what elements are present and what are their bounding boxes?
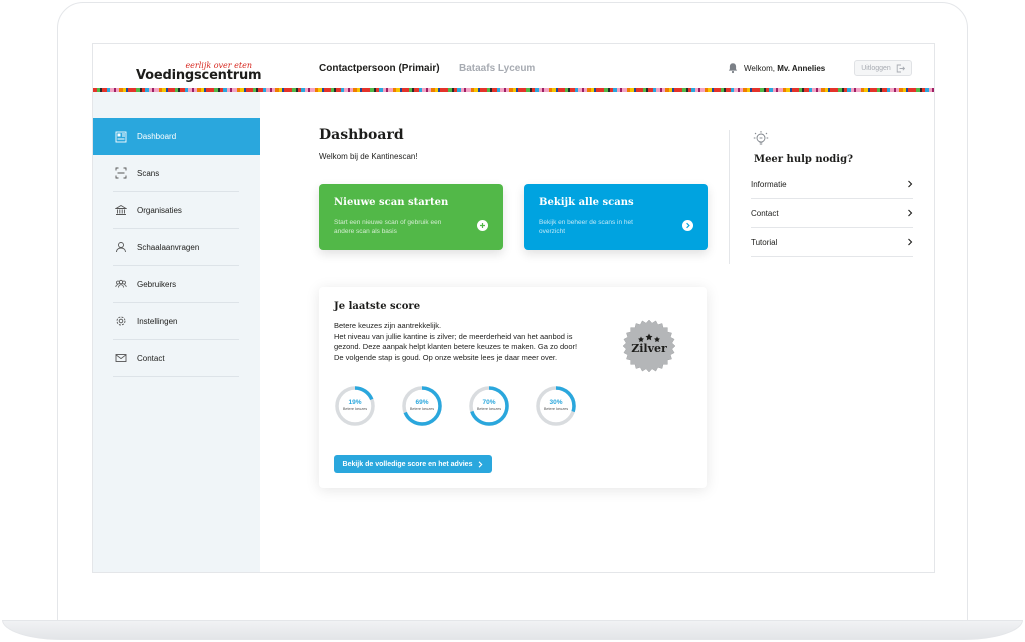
score-description: Betere keuzes zijn aantrekkelijk. Het ni… xyxy=(334,321,588,363)
score-ring: 69% Betere keuzes xyxy=(401,385,443,427)
sidebar-item-label: Gebruikers xyxy=(137,279,177,289)
help-link-label: Informatie xyxy=(751,179,787,189)
chevron-right-icon xyxy=(908,238,913,246)
welcome-prefix: Welkom, xyxy=(744,64,775,73)
score-line: Betere keuzes zijn aantrekkelijk. xyxy=(334,321,442,330)
sidebar-item-label: Scans xyxy=(137,168,160,178)
ring-percent: 19% xyxy=(348,399,362,406)
top-header: eerlijk over eten Voedingscentrum Contac… xyxy=(93,44,934,88)
sidebar-item-organisaties[interactable]: Organisaties xyxy=(113,192,239,229)
score-ring: 30% Betere keuzes xyxy=(535,385,577,427)
sidebar-item-label: Schaalaanvragen xyxy=(137,242,200,252)
card-title: Nieuwe scan starten xyxy=(334,197,449,208)
ring-caption: Betere keuzes xyxy=(476,407,502,411)
gear-icon xyxy=(115,315,127,327)
ring-percent: 30% xyxy=(549,399,563,406)
score-ring: 70% Betere keuzes xyxy=(468,385,510,427)
full-score-button[interactable]: Bekijk de volledige score en het advies xyxy=(334,455,492,473)
page-title: Dashboard xyxy=(319,127,404,143)
all-scans-card[interactable]: Bekijk alle scans Bekijk en beheer de sc… xyxy=(524,184,708,250)
silver-badge: Zilver xyxy=(622,319,676,373)
sidebar-item-gebruikers[interactable]: Gebruikers xyxy=(113,266,239,303)
score-rings: 19% Betere keuzes 69% Betere keuzes 70% … xyxy=(334,385,594,431)
bell-icon[interactable] xyxy=(727,62,739,74)
chevron-right-icon xyxy=(908,209,913,217)
ring-caption: Betere keuzes xyxy=(409,407,435,411)
ring-caption: Betere keuzes xyxy=(543,407,569,411)
lightbulb-icon xyxy=(753,131,769,145)
help-link-tutorial[interactable]: Tutorial xyxy=(751,228,913,257)
sidebar-item-label: Contact xyxy=(137,353,165,363)
mail-icon xyxy=(115,352,127,364)
help-link-informatie[interactable]: Informatie xyxy=(751,170,913,199)
building-icon xyxy=(115,204,127,216)
button-label: Bekijk de volledige score en het advies xyxy=(342,460,473,468)
users-icon xyxy=(115,278,127,290)
dashboard-icon xyxy=(115,131,127,143)
ring-caption: Betere keuzes xyxy=(342,407,368,411)
score-line: Het niveau van jullie kantine is zilver;… xyxy=(334,331,578,362)
badge-label: Zilver xyxy=(631,342,667,355)
brand-logo[interactable]: eerlijk over eten Voedingscentrum xyxy=(136,61,262,85)
new-scan-card[interactable]: Nieuwe scan starten Start een nieuwe sca… xyxy=(319,184,503,250)
user-badge-icon xyxy=(115,241,127,253)
logout-icon xyxy=(896,64,905,72)
help-link-contact[interactable]: Contact xyxy=(751,199,913,228)
card-description: Start een nieuwe scan of gebruik een and… xyxy=(334,219,442,235)
card-title: Bekijk alle scans xyxy=(539,197,634,208)
brand-name: Voedingscentrum xyxy=(136,68,262,83)
sidebar-item-contact[interactable]: Contact xyxy=(113,340,239,377)
help-title: Meer hulp nodig? xyxy=(754,154,853,165)
sidebar-item-instellingen[interactable]: Instellingen xyxy=(113,303,239,340)
app-screen: eerlijk over eten Voedingscentrum Contac… xyxy=(92,43,935,573)
role-tab-primary[interactable]: Contactpersoon (Primair) xyxy=(319,63,440,74)
logout-label: Uitloggen xyxy=(861,64,891,72)
help-link-label: Contact xyxy=(751,208,779,218)
sidebar-item-label: Dashboard xyxy=(137,132,177,141)
ring-percent: 70% xyxy=(482,399,496,406)
scan-icon xyxy=(115,167,127,179)
sidebar-item-label: Instellingen xyxy=(137,316,178,326)
chevron-right-icon xyxy=(479,460,483,468)
welcome-user: Mv. Annelies xyxy=(777,64,826,73)
sidebar-item-label: Organisaties xyxy=(137,205,182,215)
sidebar-item-scans[interactable]: Scans xyxy=(113,155,239,192)
chevron-circle-icon[interactable] xyxy=(682,220,693,231)
logout-button[interactable]: Uitloggen xyxy=(854,60,912,76)
chevron-right-icon xyxy=(908,180,913,188)
sidebar-item-schaalaanvragen[interactable]: Schaalaanvragen xyxy=(113,229,239,266)
card-description: Bekijk en beheer de scans in het overzic… xyxy=(539,219,633,235)
plus-circle-icon[interactable] xyxy=(477,220,488,231)
sidebar-item-dashboard[interactable]: Dashboard xyxy=(93,118,260,155)
ring-percent: 69% xyxy=(415,399,429,406)
organisation-tab[interactable]: Bataafs Lyceum xyxy=(459,63,535,74)
latest-score-card: Je laatste score Betere keuzes zijn aant… xyxy=(319,287,707,488)
help-link-label: Tutorial xyxy=(751,237,778,247)
page-subtitle: Welkom bij de Kantinescan! xyxy=(319,152,418,161)
laptop-base xyxy=(2,620,1023,640)
sidebar: Dashboard Scans Organisaties Schaalaanvr… xyxy=(93,92,260,572)
help-divider xyxy=(729,130,730,264)
welcome-text: Welkom, Mv. Annelies xyxy=(744,64,825,73)
score-ring: 19% Betere keuzes xyxy=(334,385,376,427)
score-title: Je laatste score xyxy=(334,301,421,312)
